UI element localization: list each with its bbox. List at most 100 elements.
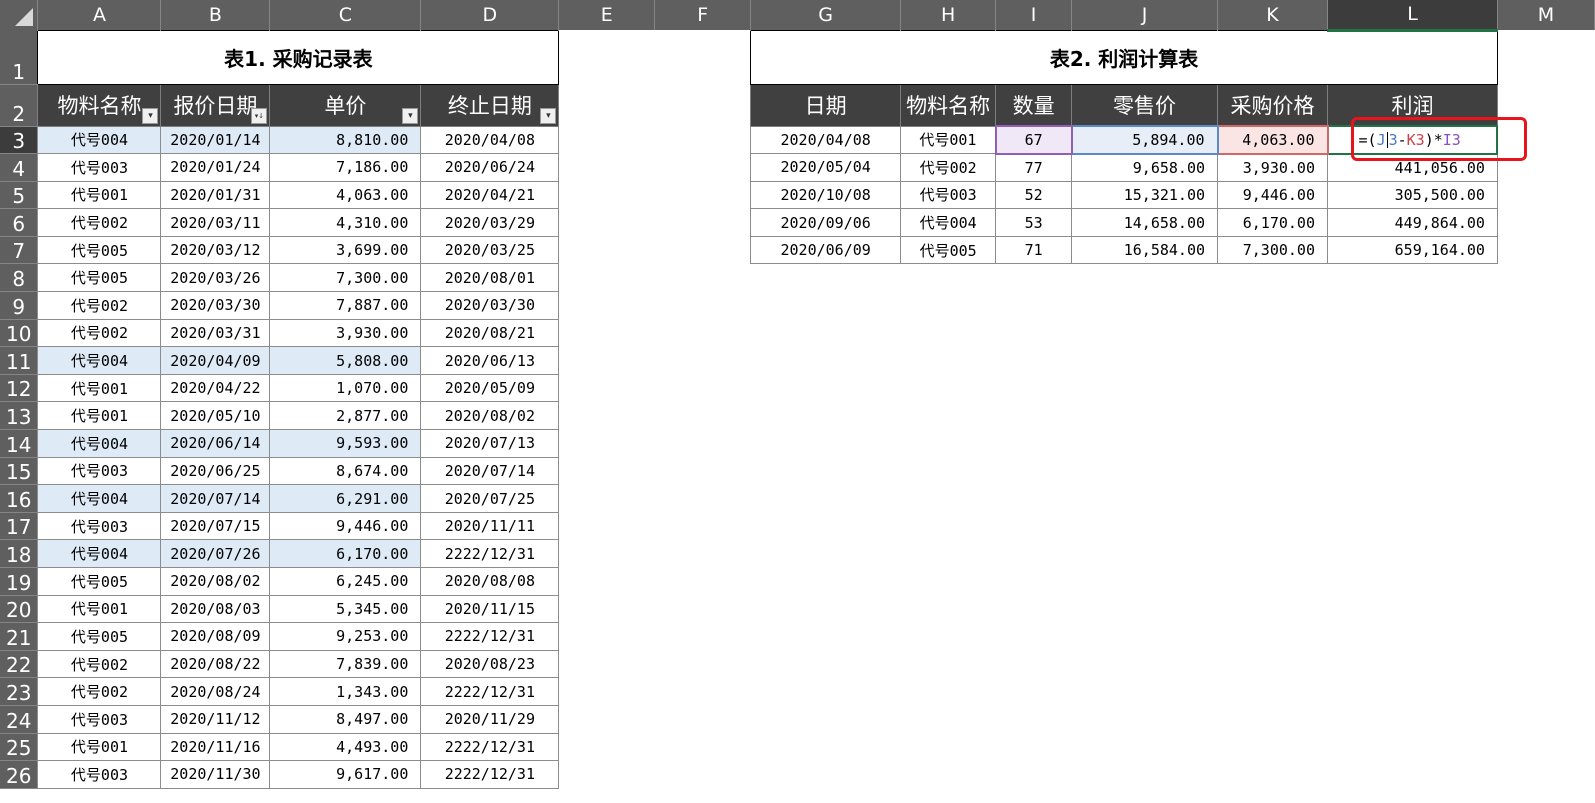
t1-price-cell[interactable]: 1,070.00 (269, 373, 422, 403)
cell-empty[interactable] (559, 84, 655, 126)
cell-empty[interactable] (559, 540, 655, 568)
cell-empty[interactable] (751, 485, 901, 513)
cell-empty[interactable] (751, 705, 901, 733)
t1-name-cell[interactable]: 代号004 (37, 346, 162, 375)
cell-empty[interactable] (1328, 319, 1498, 347)
t1-name-cell[interactable]: 代号002 (37, 649, 162, 679)
t2-profit-formula-cell[interactable]: =(J 3-K3)*I3 (1326, 125, 1499, 155)
spreadsheet-grid[interactable]: A B C D E F G H I J K L M 1 表1. 采购记录表 表2. 利润计算表 2 物料名称 ▾ 报价… (0, 0, 1595, 789)
row-header-23[interactable]: 23 (0, 677, 38, 706)
t1-date-cell[interactable]: 2020/01/31 (160, 180, 271, 210)
t1-name-cell[interactable]: 代号005 (37, 235, 162, 265)
t1-end-cell[interactable]: 2020/04/08 (420, 125, 560, 155)
cell-empty[interactable] (655, 733, 751, 761)
t1-price-cell[interactable]: 4,310.00 (269, 208, 422, 237)
t1-end-cell[interactable]: 2020/05/09 (420, 373, 560, 403)
cell-empty[interactable] (1328, 485, 1498, 513)
cell-empty[interactable] (1072, 705, 1218, 733)
cell-empty[interactable] (996, 374, 1072, 402)
cell-empty[interactable] (996, 292, 1072, 320)
cell-empty[interactable] (1328, 374, 1498, 402)
cell-empty[interactable] (559, 457, 655, 485)
cell-empty[interactable] (1497, 512, 1594, 540)
t1-price-cell[interactable]: 5,808.00 (269, 346, 422, 375)
cell-empty[interactable] (751, 678, 901, 706)
cell-empty[interactable] (1328, 512, 1498, 540)
t1-date-cell[interactable]: 2020/03/26 (160, 263, 271, 293)
t1-name-cell[interactable]: 代号004 (37, 429, 162, 458)
cell-empty[interactable] (1497, 319, 1594, 347)
t1-price-cell[interactable]: 1,343.00 (269, 677, 422, 706)
cell-empty[interactable] (559, 347, 655, 375)
t1-name-cell[interactable]: 代号001 (37, 732, 162, 762)
row-header-6[interactable]: 6 (0, 208, 38, 237)
t1-price-cell[interactable]: 4,063.00 (269, 180, 422, 210)
t2-retail-cell[interactable]: 15,321.00 (1071, 180, 1219, 210)
cell-empty[interactable] (559, 650, 655, 678)
cell-empty[interactable] (1497, 402, 1594, 430)
t2-name-cell[interactable]: 代号001 (900, 125, 997, 155)
cell-empty[interactable] (655, 540, 751, 568)
cell-empty[interactable] (1072, 761, 1218, 789)
t1-date-cell[interactable]: 2020/03/11 (160, 208, 271, 237)
row-header-3[interactable]: 3 (0, 126, 38, 155)
t1-end-cell[interactable]: 2020/06/13 (420, 346, 560, 375)
cell-empty[interactable] (1218, 430, 1328, 458)
t1-price-cell[interactable]: 7,186.00 (269, 153, 422, 182)
t2-retail-cell[interactable]: 5,894.00 (1070, 125, 1219, 155)
cell-empty[interactable] (1072, 374, 1218, 402)
filter-dropdown-icon[interactable]: ▾ (540, 107, 557, 124)
cell-empty[interactable] (655, 430, 751, 458)
cell-empty[interactable] (1218, 678, 1328, 706)
cell-empty[interactable] (1497, 181, 1594, 209)
t1-name-cell[interactable]: 代号002 (37, 208, 162, 237)
cell-empty[interactable] (1497, 485, 1594, 513)
cell-empty[interactable] (751, 512, 901, 540)
cell-empty[interactable] (996, 761, 1072, 789)
cell-empty[interactable] (1497, 540, 1594, 568)
cell-empty[interactable] (655, 154, 751, 182)
t1-price-cell[interactable]: 8,810.00 (269, 125, 422, 155)
cell-empty[interactable] (996, 540, 1072, 568)
cell-empty[interactable] (1328, 264, 1498, 292)
cell-empty[interactable] (996, 650, 1072, 678)
cell-empty[interactable] (751, 623, 901, 651)
t1-end-cell[interactable]: 2020/07/25 (420, 484, 560, 513)
t1-date-cell[interactable]: 2020/05/10 (160, 401, 271, 431)
row-header-18[interactable]: 18 (0, 539, 38, 568)
cell-empty[interactable] (751, 374, 901, 402)
cell-empty[interactable] (655, 374, 751, 402)
t1-end-cell[interactable]: 2020/11/11 (420, 511, 560, 541)
cell-empty[interactable] (996, 402, 1072, 430)
row-header-21[interactable]: 21 (0, 622, 38, 651)
cell-empty[interactable] (559, 485, 655, 513)
cell-empty[interactable] (655, 126, 751, 154)
cell-empty[interactable] (559, 761, 655, 789)
t1-end-cell[interactable]: 2222/12/31 (420, 539, 560, 568)
cell-empty[interactable] (1072, 678, 1218, 706)
cell-empty[interactable] (1218, 319, 1328, 347)
cell-empty[interactable] (996, 733, 1072, 761)
row-header-1[interactable]: 1 (0, 30, 38, 85)
cell-empty[interactable] (901, 761, 996, 789)
t2-name-cell[interactable]: 代号002 (900, 153, 997, 182)
cell-empty[interactable] (751, 595, 901, 623)
cell-empty[interactable] (1328, 650, 1498, 678)
t1-name-cell[interactable]: 代号003 (37, 456, 162, 486)
t2-qty-cell[interactable]: 53 (995, 208, 1073, 237)
t1-price-cell[interactable]: 3,699.00 (269, 235, 422, 265)
t1-date-cell[interactable]: 2020/06/25 (160, 456, 271, 486)
cell-empty[interactable] (1328, 540, 1498, 568)
cell-empty[interactable] (559, 568, 655, 596)
t1-price-cell[interactable]: 5,345.00 (269, 594, 422, 624)
cell-empty[interactable] (901, 430, 996, 458)
cell-empty[interactable] (1072, 292, 1218, 320)
t1-name-cell[interactable]: 代号004 (37, 125, 162, 155)
t1-date-cell[interactable]: 2020/11/30 (160, 760, 271, 789)
cell-empty[interactable] (655, 623, 751, 651)
cell-empty[interactable] (751, 430, 901, 458)
t1-name-cell[interactable]: 代号002 (37, 677, 162, 706)
filter-dropdown-icon[interactable]: ▾↓ (251, 107, 268, 124)
column-header-j[interactable]: J (1071, 0, 1219, 30)
cell-empty[interactable] (1497, 595, 1594, 623)
